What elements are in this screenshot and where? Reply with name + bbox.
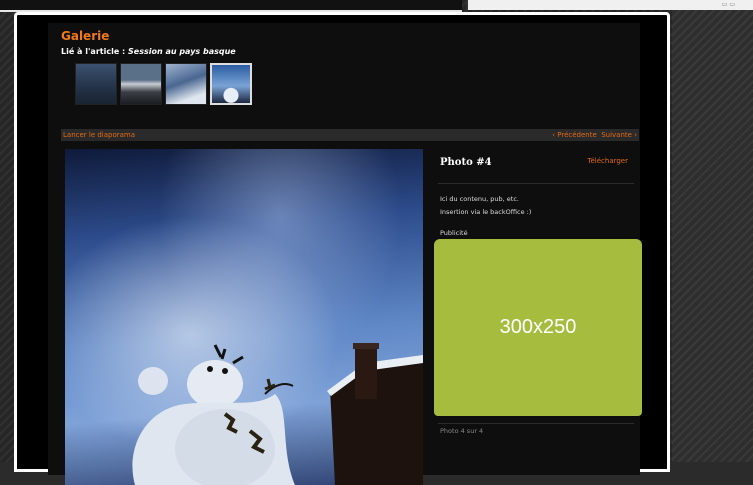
divider [438, 423, 634, 424]
pager: ‹ Précédente Suivante › [552, 129, 637, 141]
related-article-link[interactable]: Session au pays basque [128, 47, 236, 56]
gallery-lightbox: Galerie Lié à l'article : Session au pay… [14, 12, 670, 485]
previous-link[interactable]: ‹ Précédente [552, 131, 597, 139]
underlying-window-top [0, 0, 462, 12]
download-link[interactable]: Télécharger [587, 157, 628, 165]
underlying-window-controls: ▭ ▭ [721, 1, 735, 8]
photo-counter: Photo 4 sur 4 [440, 427, 484, 435]
main-photo[interactable] [65, 149, 423, 485]
thumbnail-4-selected[interactable] [210, 63, 252, 105]
gallery-toolbar: Lancer le diaporama ‹ Précédente Suivant… [61, 129, 639, 141]
gallery-content: Galerie Lié à l'article : Session au pay… [48, 23, 642, 485]
next-link[interactable]: Suivante › [601, 131, 637, 139]
ad-label: Publicité [440, 229, 468, 237]
slideshow-link[interactable]: Lancer le diaporama [63, 129, 135, 141]
photo-sidebar: Photo #4 Télécharger Ici du contenu, pub… [432, 143, 642, 473]
background-stripes [672, 0, 753, 462]
thumbnail-3[interactable] [165, 63, 207, 105]
divider [438, 183, 634, 184]
related-article: Lié à l'article : Session au pays basque [61, 47, 236, 56]
ad-size-label: 300x250 [499, 316, 577, 338]
underlying-window-right: ▭ ▭ [466, 0, 753, 10]
thumbnail-strip [75, 63, 252, 105]
ad-placeholder[interactable]: 300x250 [434, 239, 642, 416]
related-prefix: Lié à l'article : [61, 47, 129, 56]
gallery-title: Galerie [61, 29, 110, 43]
description-line-2: Insertion via le backOffice :) [440, 208, 532, 216]
snowman-photo-illustration [132, 343, 423, 485]
photo-title: Photo #4 [440, 157, 492, 168]
thumbnail-1[interactable] [75, 63, 117, 105]
description-line-1: Ici du contenu, pub, etc. [440, 195, 519, 203]
thumbnail-2[interactable] [120, 63, 162, 105]
